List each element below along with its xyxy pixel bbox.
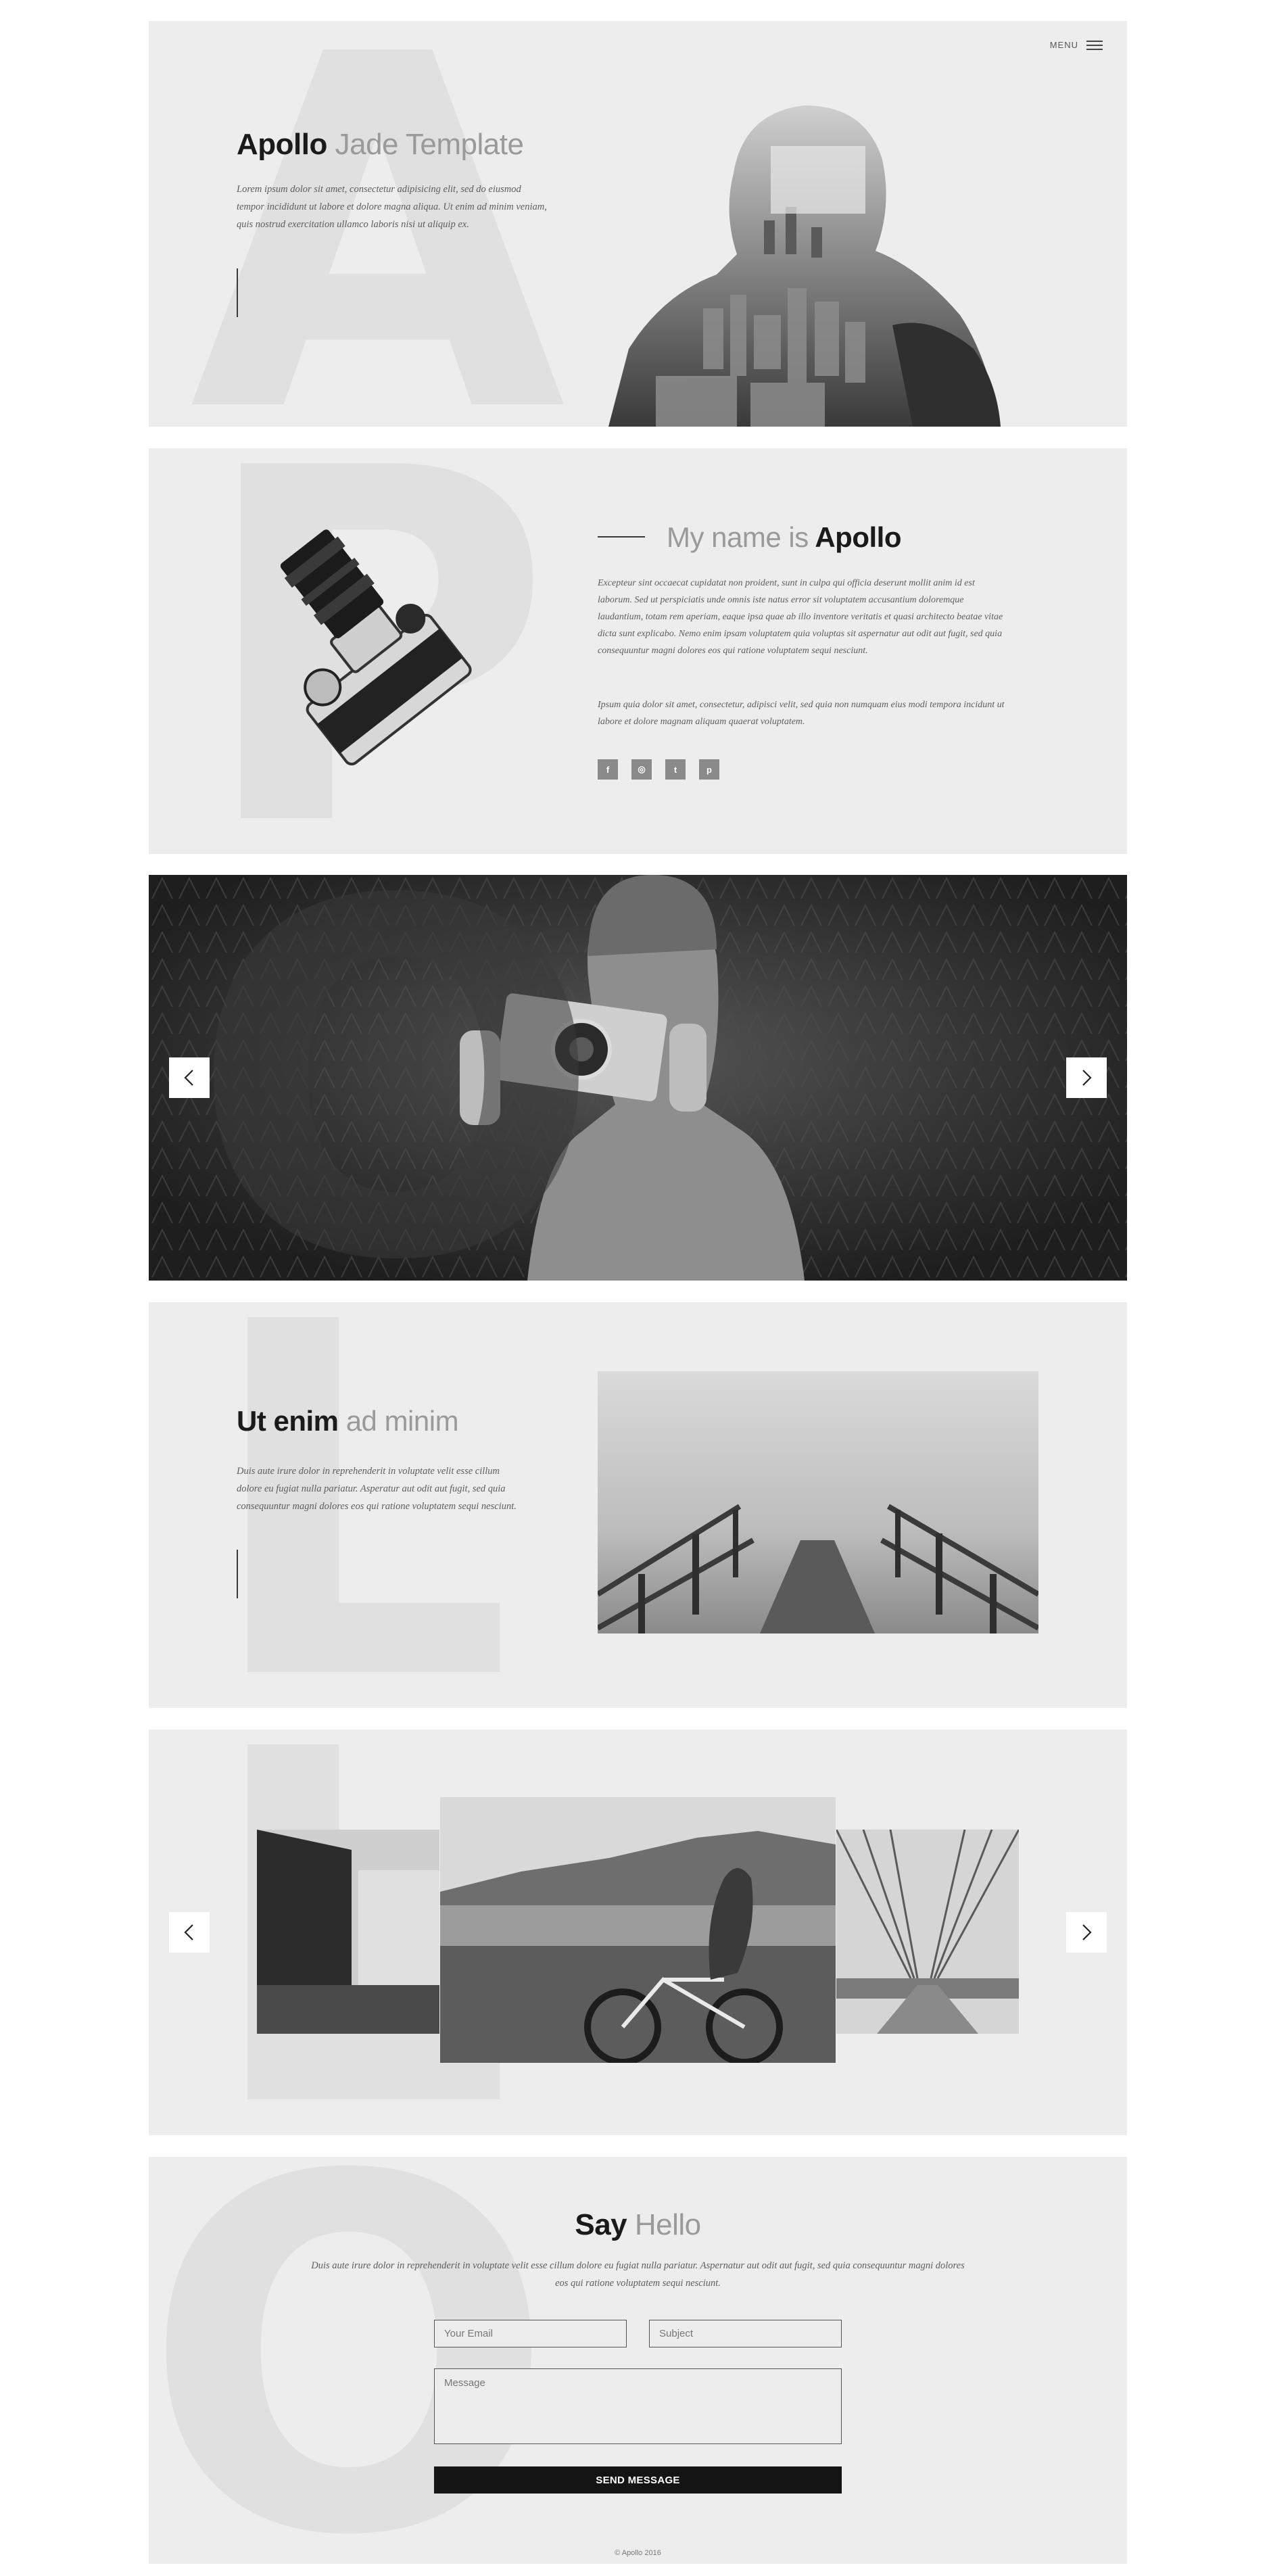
about-text-1: Excepteur sint occaecat cupidatat non pr…	[598, 578, 1003, 656]
hero-background-letter: A	[189, 21, 567, 427]
feature-title-bold: Ut enim	[237, 1405, 339, 1437]
about-text-2: Ipsum quia dolor sit amet, consectetur, …	[598, 700, 1005, 727]
about-title-light: My name is	[667, 521, 809, 553]
carousel-photo-left	[257, 1830, 439, 2034]
subject-field[interactable]	[649, 2320, 842, 2347]
carousel-photo-right	[836, 1830, 1019, 2034]
twitter-icon[interactable]: t	[665, 759, 686, 780]
hero-text: Lorem ipsum dolor sit amet, consectetur …	[237, 184, 547, 230]
contact-title: Say Hello	[149, 2208, 1127, 2242]
carousel-photo-center	[440, 1797, 836, 2063]
social-links: f ◎ t p	[598, 759, 719, 780]
slider-background-letter: O	[189, 875, 604, 1281]
feature-section: L Ut enim ad minim Duis aute irure dolor…	[149, 1302, 1127, 1708]
pinterest-icon[interactable]: p	[699, 759, 719, 780]
slider-prev-button[interactable]	[169, 1057, 210, 1098]
camera-image	[280, 529, 472, 766]
contact-title-bold: Say	[575, 2208, 627, 2241]
message-field[interactable]	[434, 2368, 842, 2444]
about-section: P My name is Apollo Excepteur sint occae…	[149, 448, 1127, 854]
chevron-right-icon	[1082, 1070, 1092, 1086]
chevron-right-icon	[1082, 1924, 1092, 1940]
facebook-icon[interactable]: f	[598, 759, 618, 780]
hero-section: A MENU Apollo Jade Template Lorem ipsum …	[149, 21, 1127, 427]
hero-divider	[237, 268, 238, 317]
hamburger-icon	[1086, 40, 1103, 50]
hero-title-bold: Apollo	[237, 128, 327, 161]
menu-button[interactable]: MENU	[1050, 40, 1103, 50]
hero-portrait-image	[608, 105, 1001, 427]
feature-text: Duis aute irure dolor in reprehenderit i…	[237, 1466, 517, 1512]
contact-section: O Say Hello Duis aute irure dolor in rep…	[149, 2157, 1127, 2564]
hero-title: Apollo Jade Template	[237, 128, 524, 162]
chevron-left-icon	[184, 1070, 193, 1086]
menu-label: MENU	[1049, 40, 1078, 50]
carousel-prev-button[interactable]	[169, 1912, 210, 1953]
about-title-bold: Apollo	[815, 521, 901, 553]
contact-text: Duis aute irure dolor in reprehenderit i…	[311, 2260, 965, 2289]
heading-rule	[598, 536, 645, 538]
about-title: My name is Apollo	[667, 521, 901, 554]
carousel-next-button[interactable]	[1066, 1912, 1107, 1953]
instagram-icon[interactable]: ◎	[631, 759, 652, 780]
send-message-button[interactable]: SEND MESSAGE	[434, 2466, 842, 2494]
feature-divider	[237, 1550, 238, 1598]
photo-slider-section: O	[149, 875, 1127, 1281]
pier-photo	[598, 1371, 1038, 1633]
carousel-section: L	[149, 1730, 1127, 2135]
email-field[interactable]	[434, 2320, 627, 2347]
chevron-left-icon	[184, 1924, 193, 1940]
hero-title-light: Jade Template	[335, 128, 524, 161]
contact-title-light: Hello	[634, 2208, 701, 2241]
feature-title: Ut enim ad minim	[237, 1405, 459, 1437]
copyright-text: © Apollo 2016	[615, 2549, 661, 2557]
slider-next-button[interactable]	[1066, 1057, 1107, 1098]
feature-title-light: ad minim	[345, 1405, 459, 1437]
